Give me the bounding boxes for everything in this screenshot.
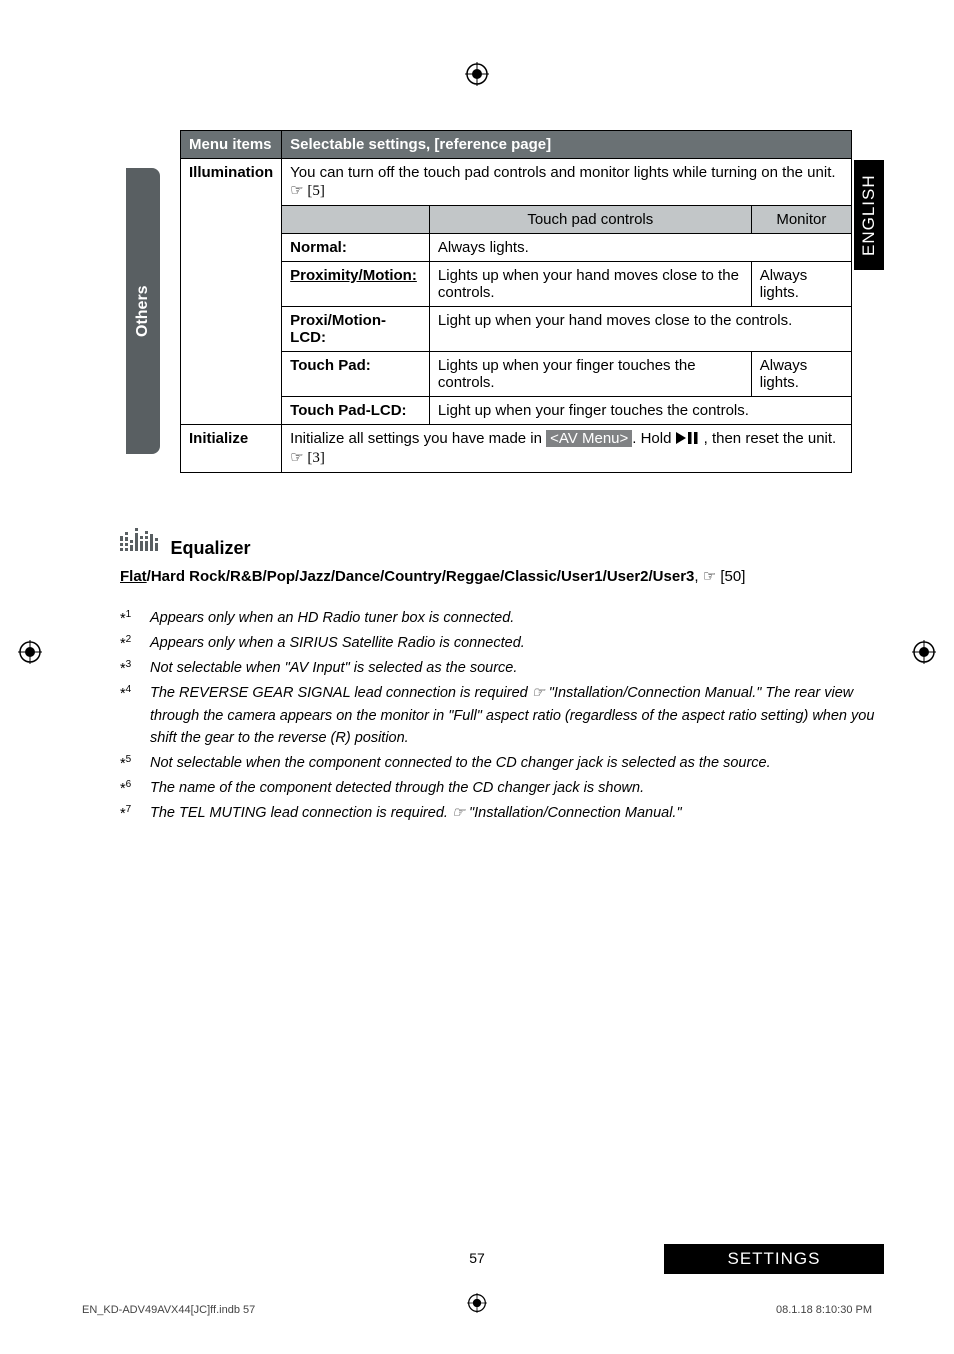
footnote-2: *2Appears only when a SIRIUS Satellite R… [120, 632, 884, 655]
initialize-desc-mid: . Hold [632, 430, 675, 447]
illumination-tplcd-value: Light up when your finger touches the co… [429, 397, 851, 425]
equalizer-section: Equalizer Flat/Hard Rock/R&B/Pop/Jazz/Da… [120, 528, 884, 585]
illumination-normal-label: Normal: [282, 234, 430, 262]
header-selectable-settings: Selectable settings, [reference page] [282, 131, 852, 159]
print-registration-mark-right [912, 640, 936, 670]
equalizer-title: Equalizer [170, 538, 250, 559]
print-registration-mark-bottom [467, 1293, 487, 1318]
reference-icon: ☞ [3] [290, 448, 325, 467]
eq-ref: , ☞ [50] [694, 568, 745, 585]
subheader-touchpad: Touch pad controls [429, 206, 751, 234]
equalizer-icon [120, 528, 160, 559]
sidebar-category-others: Others [126, 168, 160, 454]
illumination-proximity-monitor: Always lights. [751, 262, 851, 307]
subheader-monitor: Monitor [751, 206, 851, 234]
illumination-touchpad-label: Touch Pad: [282, 352, 430, 397]
reference-icon: ☞ [5] [290, 181, 325, 200]
language-tab: ENGLISH [854, 160, 884, 270]
illumination-proxlcd-value: Light up when your hand moves close to t… [429, 307, 851, 352]
illumination-touchpad-monitor: Always lights. [751, 352, 851, 397]
footnote-4: *4The REVERSE GEAR SIGNAL lead connectio… [120, 682, 884, 749]
play-pause-icon [676, 431, 704, 448]
illumination-touchpad-touchpad: Lights up when your finger touches the c… [429, 352, 751, 397]
eq-flat: Flat [120, 568, 147, 585]
equalizer-presets: Flat/Hard Rock/R&B/Pop/Jazz/Dance/Countr… [120, 567, 884, 585]
menu-item-initialize: Initialize [181, 425, 282, 473]
illumination-desc-text: You can turn off the touch pad controls … [290, 164, 835, 181]
footnote-6: *6The name of the component detected thr… [120, 777, 884, 800]
subheader-blank [282, 206, 430, 234]
footnote-5: *5Not selectable when the component conn… [120, 752, 884, 775]
illumination-proxlcd-label: Proxi/Motion-LCD: [282, 307, 430, 352]
page: ENGLISH Others Menu items Selectable set… [0, 0, 954, 1354]
print-registration-mark-left [18, 640, 42, 670]
settings-table: Menu items Selectable settings, [referen… [180, 130, 852, 473]
menu-item-illumination: Illumination [181, 159, 282, 425]
footnote-7: *7The TEL MUTING lead connection is requ… [120, 802, 884, 825]
settings-section-badge: SETTINGS [664, 1244, 884, 1274]
illumination-tplcd-label: Touch Pad-LCD: [282, 397, 430, 425]
initialize-description: Initialize all settings you have made in… [282, 425, 852, 473]
footer-filename: EN_KD-ADV49AVX44[JC]ff.indb 57 [82, 1304, 255, 1316]
footer-timestamp: 08.1.18 8:10:30 PM [776, 1304, 872, 1316]
page-number: 57 [469, 1250, 485, 1266]
eq-rest: /Hard Rock/R&B/Pop/Jazz/Dance/Country/Re… [147, 568, 695, 585]
illumination-proximity-label: Proximity/Motion: [282, 262, 430, 307]
initialize-desc-post: , then reset the unit. [704, 430, 837, 447]
footnote-3: *3Not selectable when "AV Input" is sele… [120, 657, 884, 680]
illumination-proximity-touchpad: Lights up when your hand moves close to … [429, 262, 751, 307]
illumination-normal-value: Always lights. [429, 234, 851, 262]
illumination-description: You can turn off the touch pad controls … [282, 159, 852, 206]
initialize-desc-pre: Initialize all settings you have made in [290, 430, 546, 447]
footnote-1: *1Appears only when an HD Radio tuner bo… [120, 607, 884, 630]
av-menu-tag: <AV Menu> [546, 430, 632, 447]
footnotes: *1Appears only when an HD Radio tuner bo… [120, 607, 884, 826]
print-registration-mark-top [465, 62, 489, 92]
header-menu-items: Menu items [181, 131, 282, 159]
